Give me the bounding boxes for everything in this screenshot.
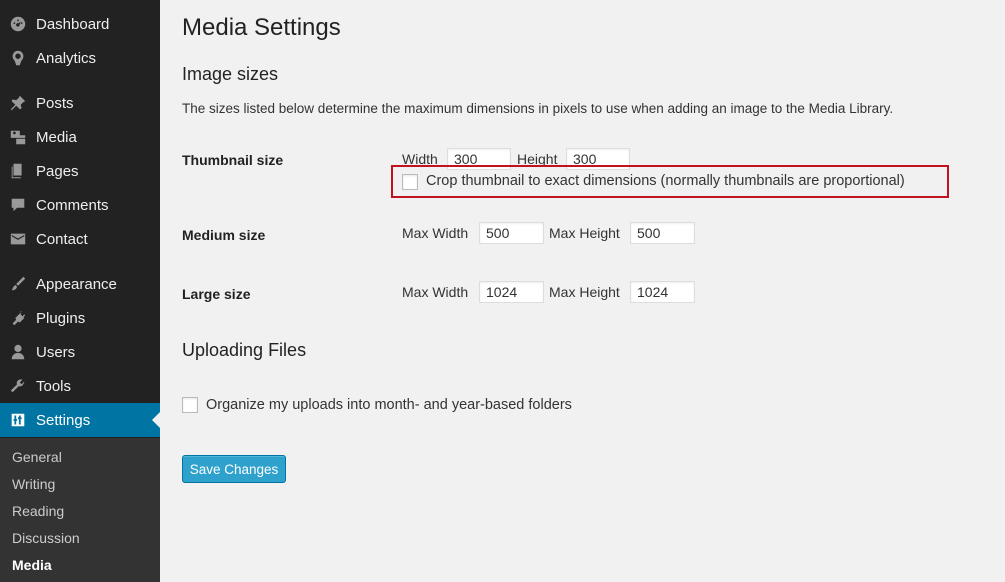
- medium-size-label: Medium size: [182, 227, 266, 243]
- sidebar-item-label: Pages: [36, 162, 79, 180]
- save-changes-button[interactable]: Save Changes: [182, 455, 286, 483]
- submenu-item-writing[interactable]: Writing: [12, 476, 55, 492]
- sidebar-item-media[interactable]: Media: [0, 120, 160, 154]
- sidebar-item-appearance[interactable]: Appearance: [0, 267, 160, 301]
- sidebar-item-posts[interactable]: Posts: [0, 86, 160, 120]
- sidebar-item-label: Contact: [36, 230, 88, 248]
- crop-thumbnail-checkbox[interactable]: [402, 174, 418, 190]
- dashboard-icon: [8, 14, 28, 34]
- admin-sidebar: Dashboard Analytics Posts Media Pages Co…: [0, 0, 160, 582]
- sidebar-item-label: Appearance: [36, 275, 117, 293]
- large-width-label: Max Width: [402, 284, 469, 300]
- user-icon: [8, 342, 28, 362]
- sidebar-item-analytics[interactable]: Analytics: [0, 41, 160, 75]
- sidebar-item-label: Users: [36, 343, 76, 361]
- uploading-files-heading: Uploading Files: [182, 340, 307, 360]
- paintbrush-icon: [8, 274, 28, 294]
- large-height-input[interactable]: [630, 281, 695, 303]
- sidebar-item-label: Media: [36, 128, 77, 146]
- sidebar-item-contact[interactable]: Contact: [0, 222, 160, 256]
- submenu-item-discussion[interactable]: Discussion: [12, 530, 80, 546]
- sidebar-item-label: Posts: [36, 94, 74, 112]
- envelope-icon: [8, 229, 28, 249]
- crop-thumbnail-label: Crop thumbnail to exact dimensions (norm…: [426, 173, 905, 189]
- sidebar-item-settings[interactable]: Settings: [0, 403, 160, 437]
- pushpin-icon: [8, 93, 28, 113]
- submenu-item-reading[interactable]: Reading: [12, 503, 64, 519]
- sidebar-item-users[interactable]: Users: [0, 335, 160, 369]
- medium-width-input[interactable]: [479, 222, 544, 244]
- medium-width-label: Max Width: [402, 225, 469, 241]
- thumbnail-size-label: Thumbnail size: [182, 152, 284, 168]
- sidebar-item-label: Tools: [36, 377, 72, 395]
- media-icon: [8, 127, 28, 147]
- plug-icon: [8, 308, 28, 328]
- organize-uploads-checkbox[interactable]: [182, 397, 198, 413]
- medium-height-input[interactable]: [630, 222, 695, 244]
- comment-icon: [8, 195, 28, 215]
- analytics-icon: [8, 48, 28, 68]
- image-sizes-description: The sizes listed below determine the max…: [182, 101, 894, 116]
- active-pointer: [152, 412, 160, 428]
- large-size-label: Large size: [182, 286, 251, 302]
- submenu-item-media[interactable]: Media: [12, 557, 52, 573]
- medium-height-label: Max Height: [549, 225, 620, 241]
- pages-icon: [8, 161, 28, 181]
- sidebar-item-dashboard[interactable]: Dashboard: [0, 7, 160, 41]
- sidebar-item-label: Comments: [36, 196, 109, 214]
- large-height-label: Max Height: [549, 284, 620, 300]
- image-sizes-heading: Image sizes: [182, 64, 279, 84]
- sidebar-item-label: Dashboard: [36, 15, 110, 33]
- sidebar-item-label: Settings: [36, 411, 91, 429]
- settings-icon: [8, 410, 28, 430]
- organize-uploads-label: Organize my uploads into month- and year…: [206, 397, 572, 413]
- large-width-input[interactable]: [479, 281, 544, 303]
- sidebar-item-pages[interactable]: Pages: [0, 154, 160, 188]
- submenu-item-general[interactable]: General: [12, 449, 62, 465]
- wrench-icon: [8, 376, 28, 396]
- settings-submenu: General Writing Reading Discussion Media: [0, 438, 160, 582]
- sidebar-item-tools[interactable]: Tools: [0, 369, 160, 403]
- sidebar-item-plugins[interactable]: Plugins: [0, 301, 160, 335]
- sidebar-item-comments[interactable]: Comments: [0, 188, 160, 222]
- page-title: Media Settings: [182, 14, 341, 41]
- main-content: Media Settings Image sizes The sizes lis…: [160, 0, 1005, 582]
- sidebar-item-label: Plugins: [36, 309, 86, 327]
- sidebar-item-label: Analytics: [36, 49, 97, 67]
